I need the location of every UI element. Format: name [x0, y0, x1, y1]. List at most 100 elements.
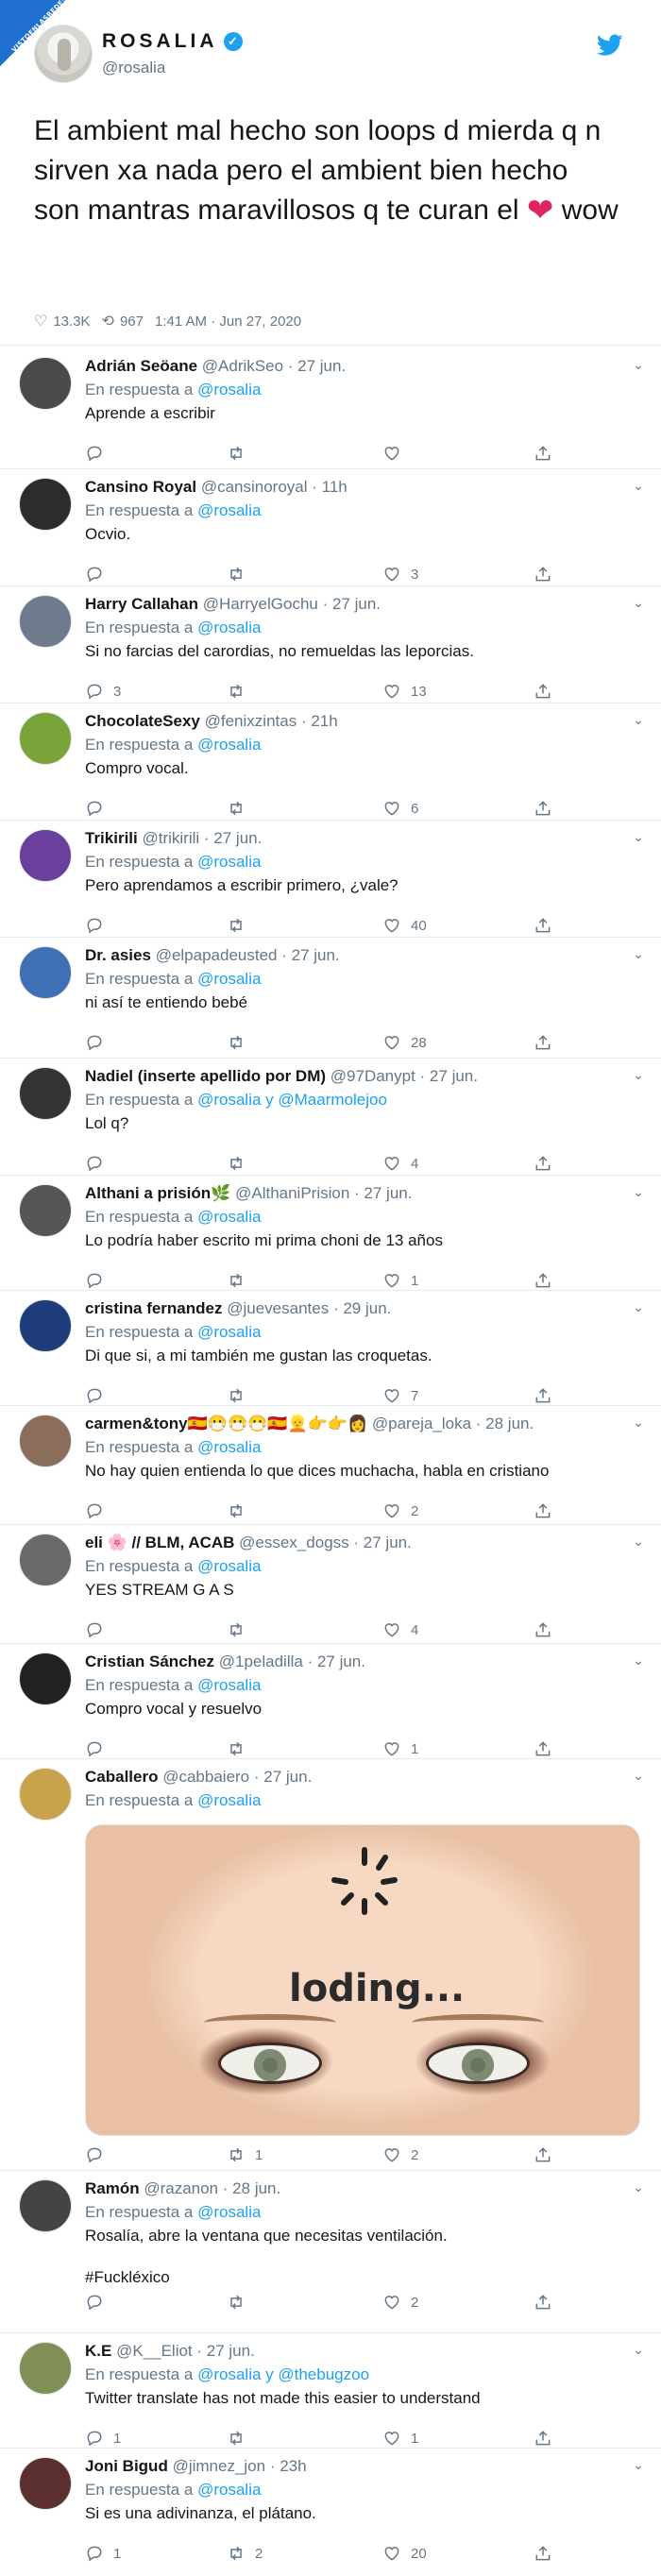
like-button[interactable]: 3 [382, 565, 418, 584]
reply-time[interactable]: · 27 jun. [420, 1067, 478, 1085]
avatar[interactable] [19, 946, 72, 999]
retweet-button[interactable] [227, 444, 255, 463]
reply-author-handle[interactable]: @1peladilla [219, 1652, 303, 1670]
reply-author-name[interactable]: K.E [85, 2342, 111, 2360]
chevron-down-icon[interactable]: ⌄ [633, 2342, 644, 2358]
reply-author-name[interactable]: Nadiel (inserte apellido por DM) [85, 1067, 326, 1085]
avatar[interactable] [19, 1534, 72, 1586]
reply-author-name[interactable]: Trikirili [85, 829, 138, 847]
reply-author-name[interactable]: carmen&tony🇪🇸😷😷😷🇪🇸👱👉👉👩 [85, 1415, 367, 1432]
avatar[interactable] [19, 1184, 72, 1237]
mention-link[interactable]: @rosalia [197, 1323, 261, 1341]
chevron-down-icon[interactable]: ⌄ [633, 2179, 644, 2195]
hashtag-link[interactable]: #Fuckléxico [85, 2268, 633, 2287]
chevron-down-icon[interactable]: ⌄ [633, 357, 644, 373]
reply-button[interactable]: 1 [85, 2544, 121, 2563]
share-button[interactable] [534, 565, 552, 584]
reply-author-name[interactable]: Althani a prisión🌿 [85, 1184, 230, 1202]
reply-author-handle[interactable]: @trikirili [142, 829, 199, 847]
like-button[interactable]: 28 [382, 1033, 427, 1052]
reply-author-name[interactable]: Dr. asies [85, 946, 151, 964]
reply-time[interactable]: · 27 jun. [353, 1534, 411, 1551]
reply-media-image[interactable]: loding... [85, 1824, 640, 2136]
mention-link[interactable]: @rosalia [197, 736, 261, 754]
avatar[interactable] [19, 2457, 72, 2510]
author-handle[interactable]: @rosalia [102, 59, 165, 77]
like-button[interactable]: 4 [382, 1154, 418, 1173]
retweet-button[interactable] [227, 565, 255, 584]
share-button[interactable] [534, 916, 552, 935]
mention-link[interactable]: @rosalia [197, 1438, 261, 1456]
share-button[interactable] [534, 2145, 552, 2164]
reply-author-handle[interactable]: @AlthaniPrision [235, 1184, 349, 1202]
avatar[interactable] [19, 1652, 72, 1705]
avatar[interactable] [19, 2342, 72, 2395]
like-button[interactable]: 1 [382, 1739, 418, 1758]
mention-link[interactable]: @rosalia [197, 1676, 261, 1694]
avatar[interactable] [19, 1299, 72, 1352]
reply-author-handle[interactable]: @cabbaiero [162, 1768, 249, 1786]
avatar[interactable] [19, 712, 72, 765]
retweet-button[interactable] [227, 1033, 255, 1052]
reply-button[interactable] [85, 565, 113, 584]
reply-author-handle[interactable]: @97Danypt [330, 1067, 415, 1085]
reply-button[interactable] [85, 2145, 113, 2164]
share-button[interactable] [534, 2544, 552, 2563]
mention-link[interactable]: @rosalia y @Maarmolejoo [197, 1091, 387, 1109]
reply-author-name[interactable]: cristina fernandez [85, 1299, 223, 1317]
reply-button[interactable] [85, 2293, 113, 2312]
like-button[interactable]: 1 [382, 1271, 418, 1290]
chevron-down-icon[interactable]: ⌄ [633, 595, 644, 611]
reply-time[interactable]: · 27 jun. [204, 829, 262, 847]
reply-time[interactable]: · 28 jun. [476, 1415, 534, 1432]
reply-time[interactable]: · 21h [301, 712, 338, 730]
retweet-button[interactable]: 2 [227, 2544, 263, 2563]
reply-button[interactable] [85, 1271, 113, 1290]
reply-time[interactable]: · 28 jun. [223, 2179, 280, 2197]
retweet-button[interactable] [227, 682, 255, 701]
mention-link[interactable]: @rosalia [197, 2481, 261, 2499]
reply-author-name[interactable]: Joni Bigud [85, 2457, 168, 2475]
reply-author-handle[interactable]: @jimnez_jon [173, 2457, 266, 2475]
mention-link[interactable]: @rosalia [197, 853, 261, 871]
mention-link[interactable]: @rosalia [197, 501, 261, 519]
reply-time[interactable]: · 27 jun. [196, 2342, 254, 2360]
like-button[interactable]: 7 [382, 1386, 418, 1405]
reply-author-handle[interactable]: @razanon [144, 2179, 218, 2197]
mention-link[interactable]: @rosalia [197, 381, 261, 398]
reply-author-handle[interactable]: @HarryelGochu [203, 595, 318, 613]
reply-author-name[interactable]: Harry Callahan [85, 595, 198, 613]
avatar[interactable] [19, 595, 72, 648]
share-button[interactable] [534, 2429, 552, 2448]
reply-button[interactable] [85, 444, 113, 463]
retweet-button[interactable] [227, 799, 255, 818]
retweet-button[interactable] [227, 1154, 255, 1173]
like-button[interactable]: 2 [382, 1501, 418, 1520]
reply-author-handle[interactable]: @AdrikSeo [202, 357, 283, 375]
reply-author-name[interactable]: Cansino Royal [85, 478, 196, 496]
share-button[interactable] [534, 1739, 552, 1758]
avatar[interactable] [19, 2179, 72, 2232]
like-button[interactable]: 20 [382, 2544, 427, 2563]
reply-author-name[interactable]: Adrián Seöane [85, 357, 197, 375]
mention-link[interactable]: @rosalia [197, 2203, 261, 2221]
chevron-down-icon[interactable]: ⌄ [633, 2457, 644, 2473]
reply-time[interactable]: · 29 jun. [333, 1299, 391, 1317]
avatar[interactable] [19, 357, 72, 410]
retweet-button[interactable]: 1 [227, 2145, 263, 2164]
reply-author-name[interactable]: Ramón [85, 2179, 140, 2197]
chevron-down-icon[interactable]: ⌄ [633, 829, 644, 845]
reply-button[interactable] [85, 1739, 113, 1758]
chevron-down-icon[interactable]: ⌄ [633, 1415, 644, 1431]
chevron-down-icon[interactable]: ⌄ [633, 478, 644, 494]
like-button[interactable]: 40 [382, 916, 427, 935]
like-button[interactable]: 6 [382, 799, 418, 818]
reply-author-handle[interactable]: @K__Eliot [116, 2342, 193, 2360]
reply-author-handle[interactable]: @juevesantes [227, 1299, 329, 1317]
avatar[interactable] [19, 1768, 72, 1821]
like-button[interactable]: 13 [382, 682, 427, 701]
share-button[interactable] [534, 682, 552, 701]
heart-icon[interactable]: ♡ [34, 312, 47, 330]
reply-time[interactable]: · 27 jun. [281, 946, 339, 964]
share-button[interactable] [534, 1620, 552, 1639]
